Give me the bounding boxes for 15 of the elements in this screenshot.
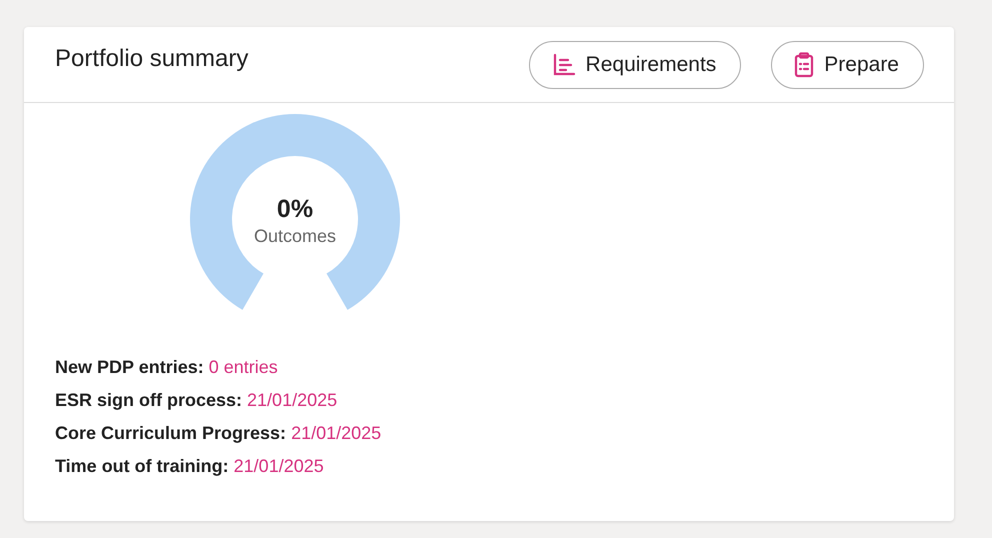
bars-icon — [552, 52, 576, 76]
requirements-button[interactable]: Requirements — [528, 40, 742, 88]
prepare-button[interactable]: Prepare — [771, 40, 924, 88]
detail-label: New PDP entries: — [55, 357, 204, 378]
gauge-value: 0% — [276, 195, 314, 224]
clipboard-icon — [794, 52, 814, 78]
detail-value: 21/01/2025 — [247, 390, 338, 411]
detail-label: ESR sign off process: — [55, 390, 242, 411]
gauge-caption: Outcomes — [254, 226, 336, 247]
detail-label: Core Curriculum Progress: — [55, 423, 286, 444]
detail-value: 0 entries — [208, 357, 278, 378]
detail-value: 21/01/2025 — [291, 423, 382, 444]
detail-value: 21/01/2025 — [234, 456, 324, 477]
detail-label: Time out of training: — [55, 456, 229, 477]
card-title: Portfolio summary — [55, 44, 248, 72]
